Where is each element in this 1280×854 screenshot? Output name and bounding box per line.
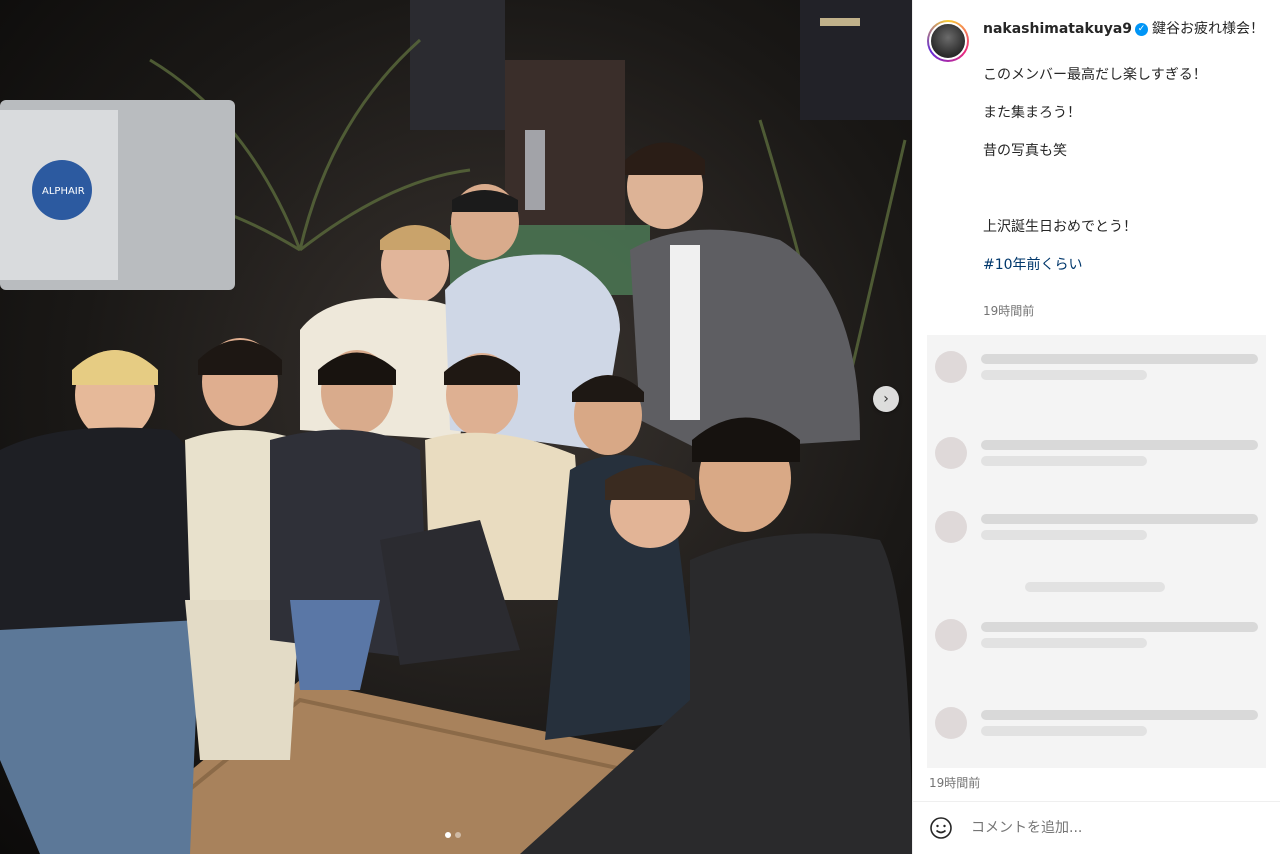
comments-list-blurred (927, 335, 1266, 768)
hvac-sign-text: ALPHAIR (42, 186, 85, 197)
username-link[interactable]: nakashimatakuya9 (983, 20, 1132, 39)
instagram-post: ALPHAIR › nakashimatakuya9 ✓ 鍵谷お疲れ様会！ この… (0, 0, 1280, 854)
blurred-avatar (935, 437, 967, 469)
carousel-next-button[interactable]: › (873, 386, 899, 412)
add-comment-bar (913, 802, 1280, 854)
blurred-avatar (935, 351, 967, 383)
blurred-avatar (935, 619, 967, 651)
carousel-indicator (445, 832, 461, 838)
list-item (935, 561, 1258, 613)
caption-line: このメンバー最高だし楽しすぎる！ (983, 67, 1207, 83)
emoji-smile-icon[interactable] (929, 816, 953, 840)
group-photo-illustration: ALPHAIR (0, 0, 912, 854)
chevron-right-icon: › (883, 391, 889, 407)
list-item (935, 501, 1258, 553)
post-side-panel: nakashimatakuya9 ✓ 鍵谷お疲れ様会！ このメンバー最高だし楽し… (912, 0, 1280, 854)
list-item (935, 697, 1258, 749)
caption-line: 上沢誕生日おめでとう！ (983, 219, 1137, 235)
verified-badge-icon: ✓ (1135, 23, 1149, 36)
caption-timestamp: 19時間前 (983, 304, 1035, 318)
avatar[interactable] (927, 20, 969, 62)
list-item (935, 341, 1258, 393)
caption-line: また集まろう！ (983, 105, 1081, 121)
blurred-avatar (935, 707, 967, 739)
list-item (935, 427, 1258, 479)
caption-header: nakashimatakuya9 ✓ 鍵谷お疲れ様会！ (983, 20, 1264, 39)
hashtag-link[interactable]: #10年前くらい (983, 256, 1264, 275)
caption-text: このメンバー最高だし楽しすぎる！ また集まろう！ 昔の写真も笑 上沢誕生日おめで… (983, 47, 1264, 294)
caption-line-blank (983, 180, 1264, 199)
caption-body: nakashimatakuya9 ✓ 鍵谷お疲れ様会！ このメンバー最高だし楽し… (983, 20, 1264, 321)
carousel-dot-active (445, 832, 451, 838)
avatar-image (929, 22, 967, 60)
caption-line: 昔の写真も笑 (983, 143, 1067, 159)
post-caption: nakashimatakuya9 ✓ 鍵谷お疲れ様会！ このメンバー最高だし楽し… (913, 0, 1280, 321)
caption-title: 鍵谷お疲れ様会！ (1152, 21, 1265, 37)
blurred-avatar (935, 511, 967, 543)
post-photo[interactable]: ALPHAIR › (0, 0, 912, 854)
comment-input[interactable] (971, 820, 1221, 836)
list-item (935, 609, 1258, 661)
post-timestamp[interactable]: 19時間前 (913, 768, 1280, 791)
carousel-dot (455, 832, 461, 838)
